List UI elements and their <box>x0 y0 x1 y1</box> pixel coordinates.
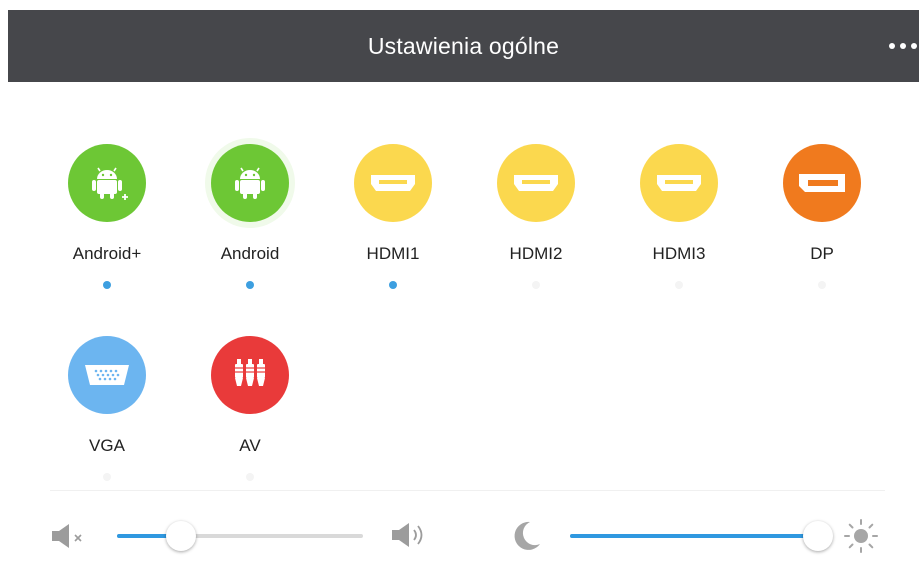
inactive-indicator <box>675 281 683 289</box>
active-indicator <box>103 281 111 289</box>
sun-icon <box>844 519 878 553</box>
inactive-indicator <box>246 473 254 481</box>
source-av[interactable]: AV <box>190 336 310 486</box>
source-label: HDMI2 <box>509 244 563 263</box>
moon-icon <box>514 521 540 550</box>
more-options-button[interactable] <box>877 32 919 60</box>
volume-thumb[interactable] <box>165 521 196 551</box>
source-android[interactable]: Android <box>190 144 310 294</box>
source-label: HDMI1 <box>366 244 420 263</box>
more-dots-icon <box>889 43 895 49</box>
source-circle <box>783 144 861 222</box>
source-label: DP <box>810 244 834 263</box>
brightness-slider[interactable] <box>570 521 833 551</box>
source-android-plus[interactable]: Android+ <box>47 144 167 294</box>
source-circle <box>68 144 146 222</box>
brightness-thumb[interactable] <box>803 521 833 551</box>
more-dots-icon-dot <box>911 43 917 49</box>
android-plus-icon <box>92 167 128 200</box>
source-label: VGA <box>89 436 125 455</box>
source-circle <box>354 144 432 222</box>
brightness-fill <box>570 534 818 538</box>
inactive-indicator <box>532 281 540 289</box>
volume-mute-icon <box>52 524 82 548</box>
source-hdmi2[interactable]: HDMI2 <box>476 144 596 294</box>
source-hdmi3[interactable]: HDMI3 <box>619 144 739 294</box>
source-circle <box>640 144 718 222</box>
active-indicator <box>389 281 397 289</box>
hdmi-icon <box>371 175 415 191</box>
active-indicator <box>246 281 254 289</box>
more-dots-icon-dot <box>900 43 906 49</box>
source-circle <box>211 336 289 414</box>
hdmi-icon <box>514 175 558 191</box>
android-icon <box>235 167 265 199</box>
source-label: Android+ <box>72 244 142 263</box>
inactive-indicator <box>818 281 826 289</box>
source-circle <box>68 336 146 414</box>
source-label: Android <box>220 244 280 263</box>
source-circle <box>211 144 289 222</box>
source-dp[interactable]: DP <box>762 144 882 294</box>
source-hdmi1[interactable]: HDMI1 <box>333 144 453 294</box>
page-title: Ustawienia ogólne <box>367 32 560 59</box>
source-circle <box>497 144 575 222</box>
displayport-icon <box>799 174 845 192</box>
source-label: HDMI3 <box>652 244 706 263</box>
av-rca-icon <box>235 359 265 386</box>
volume-slider[interactable] <box>117 521 363 551</box>
inactive-indicator <box>103 473 111 481</box>
volume-up-icon <box>392 523 423 547</box>
vga-icon <box>85 365 129 385</box>
hdmi-icon <box>657 175 701 191</box>
divider <box>50 490 885 491</box>
source-label: AV <box>239 436 261 455</box>
source-vga[interactable]: VGA <box>47 336 167 486</box>
header-bar: Ustawienia ogólne <box>8 10 919 82</box>
